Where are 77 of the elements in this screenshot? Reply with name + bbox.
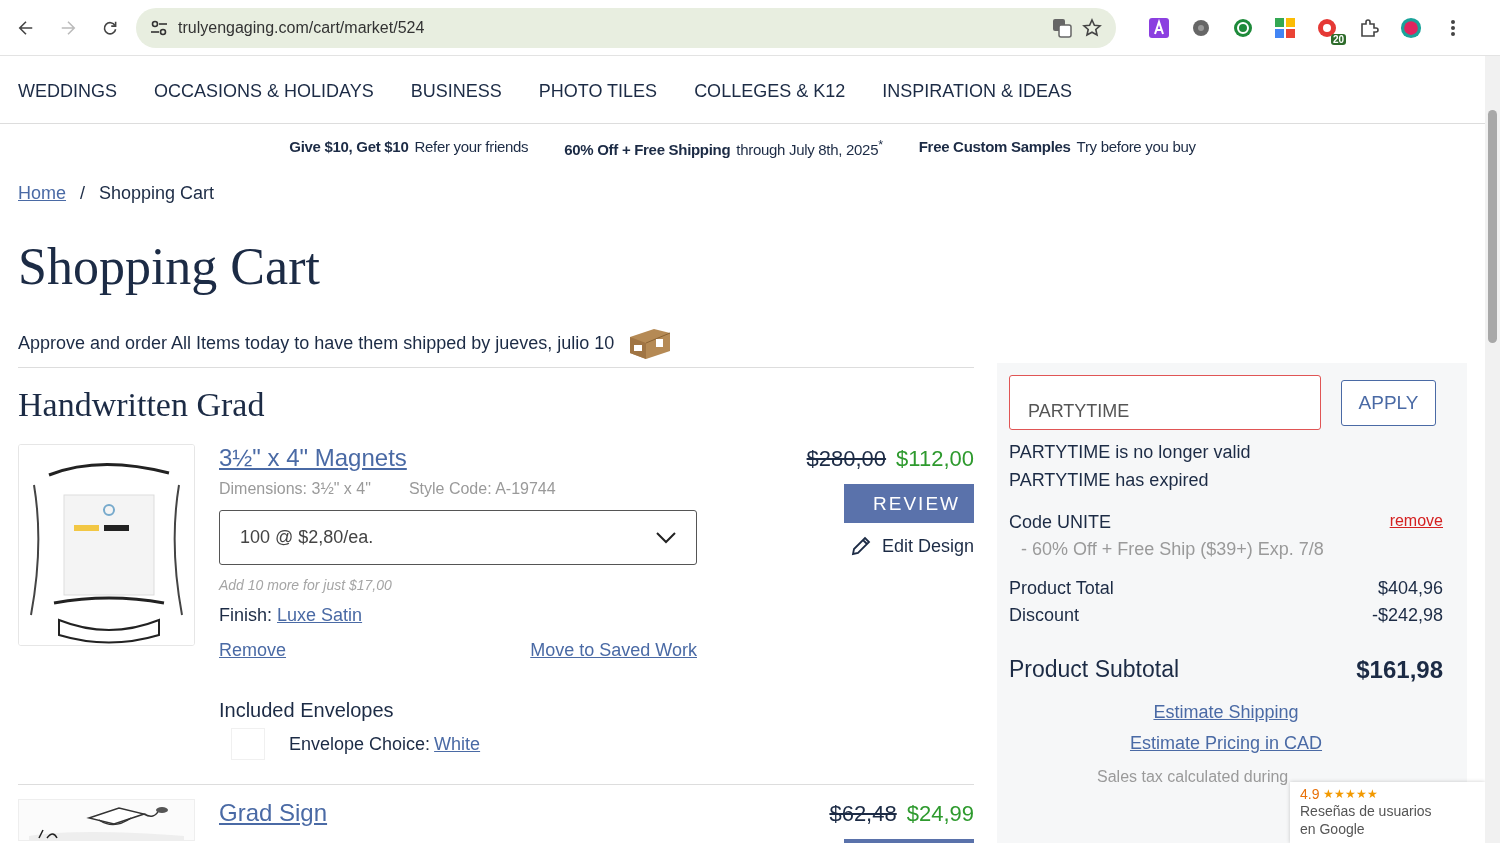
- subtotal-value: $161,98: [1356, 656, 1443, 685]
- grid-extension-icon[interactable]: [1275, 17, 1295, 38]
- translate-icon[interactable]: [1052, 17, 1072, 38]
- star-icon: ★: [1356, 787, 1368, 801]
- breadcrumb-current: Shopping Cart: [99, 183, 215, 204]
- nav-link[interactable]: OCCASIONS & HOLIDAYS: [154, 81, 374, 102]
- back-arrow-icon: [18, 20, 34, 35]
- promo-error-message: PARTYTIME is no longer valid: [1009, 441, 1252, 465]
- promo-text[interactable]: Free Custom Samples Try before you buy: [918, 138, 1196, 158]
- promo-text[interactable]: 60% Off + Free Shipping through July 8th, 2025$^{*}$: [564, 138, 883, 158]
- promo-detail-text: - 60% Off + Free Ship ($39+) Exp. 7/8: [1020, 539, 1325, 561]
- product-title-link[interactable]: Grad Sign: [219, 799, 697, 828]
- nav-link[interactable]: COLLEGES & K12: [694, 81, 846, 102]
- extension-icon[interactable]: [1192, 18, 1210, 37]
- remove-code-link[interactable]: remove: [1389, 512, 1443, 534]
- upsell-text: Add 10 more for just $17,00: [219, 577, 393, 594]
- dimensions-text: Dimensions: 3½" x 4": [219, 480, 371, 499]
- promo-error-message: PARTYTIME has expired: [1009, 469, 1210, 493]
- star-icon[interactable]: [1082, 17, 1102, 38]
- section-title: Handwritten Grad: [18, 386, 266, 425]
- nav-link[interactable]: BUSINESS: [410, 81, 502, 102]
- puzzle-icon[interactable]: [1359, 17, 1379, 38]
- extension-badge: 20: [1330, 33, 1346, 45]
- summary-label: Product Total: [1009, 578, 1114, 600]
- star-icon: ★: [1334, 787, 1346, 801]
- promo-code-field[interactable]: PARTYTIME: [1009, 375, 1321, 431]
- shipping-note: Approve and order All Items today to have them shipped by jueves, julio 10: [18, 332, 615, 354]
- finish-link[interactable]: Luxe Satin: [277, 605, 363, 626]
- envelopes-heading: Included Envelopes: [219, 699, 395, 723]
- forward-arrow-icon: [60, 20, 76, 35]
- apply-button[interactable]: APPLY: [1341, 379, 1436, 426]
- rating-text: 4.9: [1300, 786, 1320, 802]
- quantity-dropdown[interactable]: 100 @ $2,80/ea.: [219, 510, 697, 566]
- original-price: $62,48: [829, 801, 897, 828]
- star-icon: ★: [1367, 787, 1379, 801]
- style-code-text: Style Code: A-19744: [408, 480, 556, 499]
- site-settings-icon[interactable]: [150, 19, 168, 36]
- pencil-icon: [849, 535, 872, 558]
- nav-link[interactable]: INSPIRATION & IDEAS: [882, 81, 1072, 102]
- estimate-link[interactable]: Estimate Pricing in CAD: [1129, 733, 1323, 754]
- product-title-link[interactable]: 3½" x 4" Magnets: [219, 444, 697, 473]
- address-bar[interactable]: trulyengaging.com/cart/market/524: [136, 7, 1116, 48]
- move-to-saved-link[interactable]: Move to Saved Work: [530, 640, 697, 662]
- page-title: Shopping Cart: [18, 238, 321, 296]
- subtotal-label: Product Subtotal: [1009, 656, 1180, 685]
- summary-label: Discount: [1009, 605, 1080, 627]
- remove-link[interactable]: Remove: [219, 640, 287, 662]
- promo-code-label: Code UNITE: [1009, 512, 1112, 534]
- summary-value: $404,96: [1377, 578, 1443, 600]
- review-button[interactable]: REVIEW: [844, 484, 974, 524]
- breadcrumb-separator: /: [80, 183, 86, 204]
- nav-link[interactable]: PHOTO TILES: [538, 81, 658, 102]
- envelope-choice-link[interactable]: White: [434, 733, 481, 755]
- sales-tax-note: Sales tax calculated during: [1097, 768, 1290, 787]
- envelope-choice-label: Envelope Choice:: [289, 733, 431, 755]
- menu-icon[interactable]: [1450, 18, 1456, 37]
- extension-icon[interactable]: [1233, 17, 1253, 38]
- profile-avatar-icon[interactable]: [1400, 15, 1422, 40]
- reviews-label: Reseñas de usuarios en Google: [1300, 802, 1433, 838]
- summary-value: -$242,98: [1371, 605, 1443, 627]
- finish-label: Finish:: [219, 605, 272, 626]
- edit-design-button[interactable]: Edit Design: [849, 535, 974, 558]
- caret-icon: [656, 531, 676, 544]
- star-icon: ★: [1345, 787, 1357, 801]
- breadcrumb-link[interactable]: Home: [18, 183, 66, 204]
- sale-price: $24,99: [906, 801, 974, 828]
- reload-icon: [103, 20, 117, 35]
- original-price: $280,00: [806, 446, 887, 473]
- letter-extension-icon[interactable]: [1149, 17, 1169, 38]
- promo-text[interactable]: Give $10, Get $10 Refer your friends: [289, 138, 529, 158]
- star-icon: ★: [1323, 787, 1335, 801]
- estimate-link[interactable]: Estimate Shipping: [1153, 702, 1299, 723]
- scrollbar[interactable]: [1485, 56, 1500, 843]
- google-reviews-badge[interactable]: 4.9 ★★★★★ Reseñas de usuarios en Google: [1290, 782, 1485, 843]
- sale-price: $112,00: [896, 446, 974, 473]
- nav-link[interactable]: WEDDINGS: [18, 81, 117, 102]
- url-text: trulyengaging.com/cart/market/524: [178, 18, 426, 37]
